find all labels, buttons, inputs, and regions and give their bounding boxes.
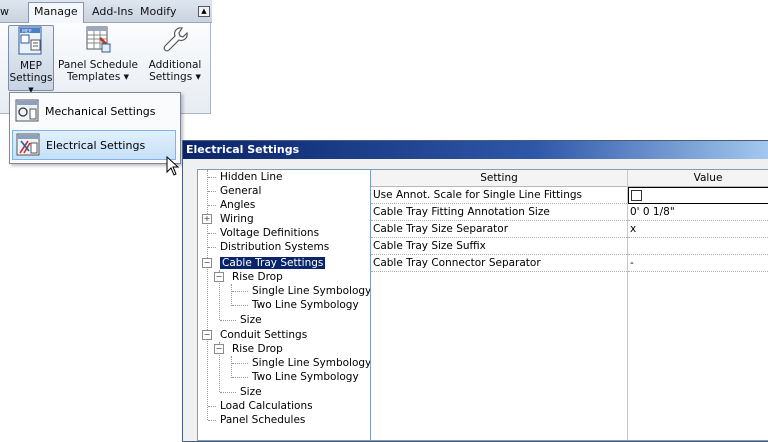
panel-schedule-templates-button[interactable]: Panel Schedule Templates ▼ <box>56 25 140 83</box>
tab-manage[interactable]: Manage <box>28 2 84 23</box>
tree-item-panel-schedules[interactable]: Panel Schedules <box>208 413 305 427</box>
collapse-minus-icon[interactable]: − <box>202 258 212 268</box>
additional-settings-label-1: Additional <box>148 59 202 71</box>
expand-plus-icon[interactable]: + <box>202 214 212 224</box>
tree-item-angles[interactable]: Angles <box>208 198 255 212</box>
mep-settings-button[interactable]: MEP MEP Settings ▼ <box>8 25 54 94</box>
grid-cell-value[interactable]: - <box>628 255 768 272</box>
tree-item-load-calculations[interactable]: Load Calculations <box>208 399 313 413</box>
grid-cell-setting: Cable Tray Connector Separator <box>371 255 627 272</box>
panel-schedule-icon <box>86 26 111 53</box>
tree-item-voltage-definitions[interactable]: Voltage Definitions <box>208 226 319 240</box>
tree-item-label: Single Line Symbology <box>252 285 372 297</box>
tree-item-label: Two Line Symbology <box>252 371 359 383</box>
tree-item-label: Distribution Systems <box>220 241 330 253</box>
tree-item-label: Size <box>240 386 262 398</box>
tree-item-label: Wiring <box>220 213 254 225</box>
grid-cell-value[interactable]: 0' 0 1/8" <box>628 204 768 221</box>
additional-settings-label-2: Settings <box>149 71 193 83</box>
tree-item-label: Voltage Definitions <box>220 227 320 239</box>
svg-text:MEP: MEP <box>22 29 32 35</box>
tree-item-hidden-line[interactable]: Hidden Line <box>208 170 282 184</box>
use-annot-scale-checkbox[interactable] <box>631 189 642 201</box>
tree-item-label: Panel Schedules <box>220 414 306 426</box>
tree-item-label: Rise Drop <box>232 271 283 283</box>
tree-item-wiring[interactable]: + Wiring <box>202 212 254 226</box>
settings-tree: Hidden Line General Angles + Wiring Volta… <box>197 169 373 441</box>
tree-item-label: Rise Drop <box>232 343 283 355</box>
mep-settings-label-1: MEP <box>19 60 43 72</box>
tree-item-size[interactable]: Size <box>220 385 262 399</box>
tree-item-label: Single Line Symbology <box>252 357 372 369</box>
collapse-minus-icon[interactable]: − <box>202 330 212 340</box>
tree-item-label: Size <box>240 314 262 326</box>
collapse-minus-icon[interactable]: − <box>214 344 224 354</box>
tree-item-two-line-symbology[interactable]: Two Line Symbology <box>232 298 359 312</box>
grid-cell-setting: Cable Tray Size Separator <box>371 221 627 238</box>
tree-item-label: Hidden Line <box>220 171 283 183</box>
mep-settings-label-2: Settings <box>9 72 53 84</box>
grid-cell-value[interactable]: x <box>628 221 768 238</box>
menu-item-electrical-settings[interactable]: Electrical Settings <box>12 130 176 160</box>
tree-item-conduit-settings[interactable]: − Conduit Settings <box>202 328 308 342</box>
tree-item-rise-drop[interactable]: − Rise Drop <box>214 342 283 356</box>
panel-schedule-label-1: Panel Schedule <box>58 59 138 71</box>
tree-item-size[interactable]: Size <box>220 313 262 327</box>
tree-item-general[interactable]: General <box>208 184 261 198</box>
tree-item-label: General <box>220 185 262 197</box>
tab-view[interactable]: w <box>0 3 9 20</box>
mechanical-settings-icon <box>15 99 39 122</box>
mep-settings-icon: MEP <box>18 26 42 55</box>
mep-settings-dropdown: Mechanical Settings Electrical Settings <box>9 92 181 164</box>
tree-item-label: Angles <box>220 199 256 211</box>
collapse-minus-icon[interactable]: − <box>214 272 224 282</box>
settings-grid: Setting Value Use Annot. Scale for Singl… <box>370 169 768 441</box>
column-header-setting[interactable]: Setting <box>371 170 628 187</box>
tree-item-rise-drop[interactable]: − Rise Drop <box>214 270 283 284</box>
grid-cell-value[interactable] <box>628 187 768 204</box>
grid-cell-setting: Cable Tray Size Suffix <box>371 238 627 255</box>
chevron-down-icon: ▼ <box>123 73 130 81</box>
tree-item-label: Load Calculations <box>220 400 313 412</box>
tab-modify[interactable]: Modify <box>140 3 176 20</box>
chevron-down-icon: ▼ <box>195 73 201 81</box>
menu-item-mechanical-settings[interactable]: Mechanical Settings <box>12 96 176 126</box>
grid-cell-setting: Use Annot. Scale for Single Line Fitting… <box>371 187 627 204</box>
additional-settings-button[interactable]: Additional Settings ▼ <box>146 25 204 83</box>
ribbon-tab-bar: w Manage Add-Ins Modify ▲ <box>0 0 212 23</box>
grid-cell-value[interactable] <box>628 238 768 255</box>
menu-item-label: Mechanical Settings <box>45 104 156 118</box>
electrical-settings-dialog: Electrical Settings Hidden Line General … <box>182 140 768 442</box>
tree-item-two-line-symbology[interactable]: Two Line Symbology <box>232 370 359 384</box>
panel-schedule-label-2: Templates <box>66 71 121 83</box>
tab-add-ins[interactable]: Add-Ins <box>92 3 133 20</box>
tree-item-distribution-systems[interactable]: Distribution Systems <box>208 240 329 254</box>
dialog-title: Electrical Settings <box>183 141 768 159</box>
ribbon-minimize-icon[interactable]: ▲ <box>198 6 210 17</box>
grid-cell-setting: Cable Tray Fitting Annotation Size <box>371 204 627 221</box>
mouse-cursor-icon <box>166 156 180 176</box>
electrical-settings-icon <box>16 133 40 156</box>
tree-item-cable-tray-settings[interactable]: − Cable Tray Settings <box>202 256 326 270</box>
tree-item-label: Two Line Symbology <box>252 299 359 311</box>
wrench-icon <box>163 27 188 52</box>
tree-item-label: Cable Tray Settings <box>220 257 326 269</box>
menu-item-label: Electrical Settings <box>46 138 146 152</box>
column-header-value[interactable]: Value <box>628 170 768 187</box>
tree-item-single-line-symbology[interactable]: Single Line Symbology <box>232 284 371 298</box>
tree-item-single-line-symbology[interactable]: Single Line Symbology <box>232 356 371 370</box>
tree-item-label: Conduit Settings <box>220 329 308 341</box>
